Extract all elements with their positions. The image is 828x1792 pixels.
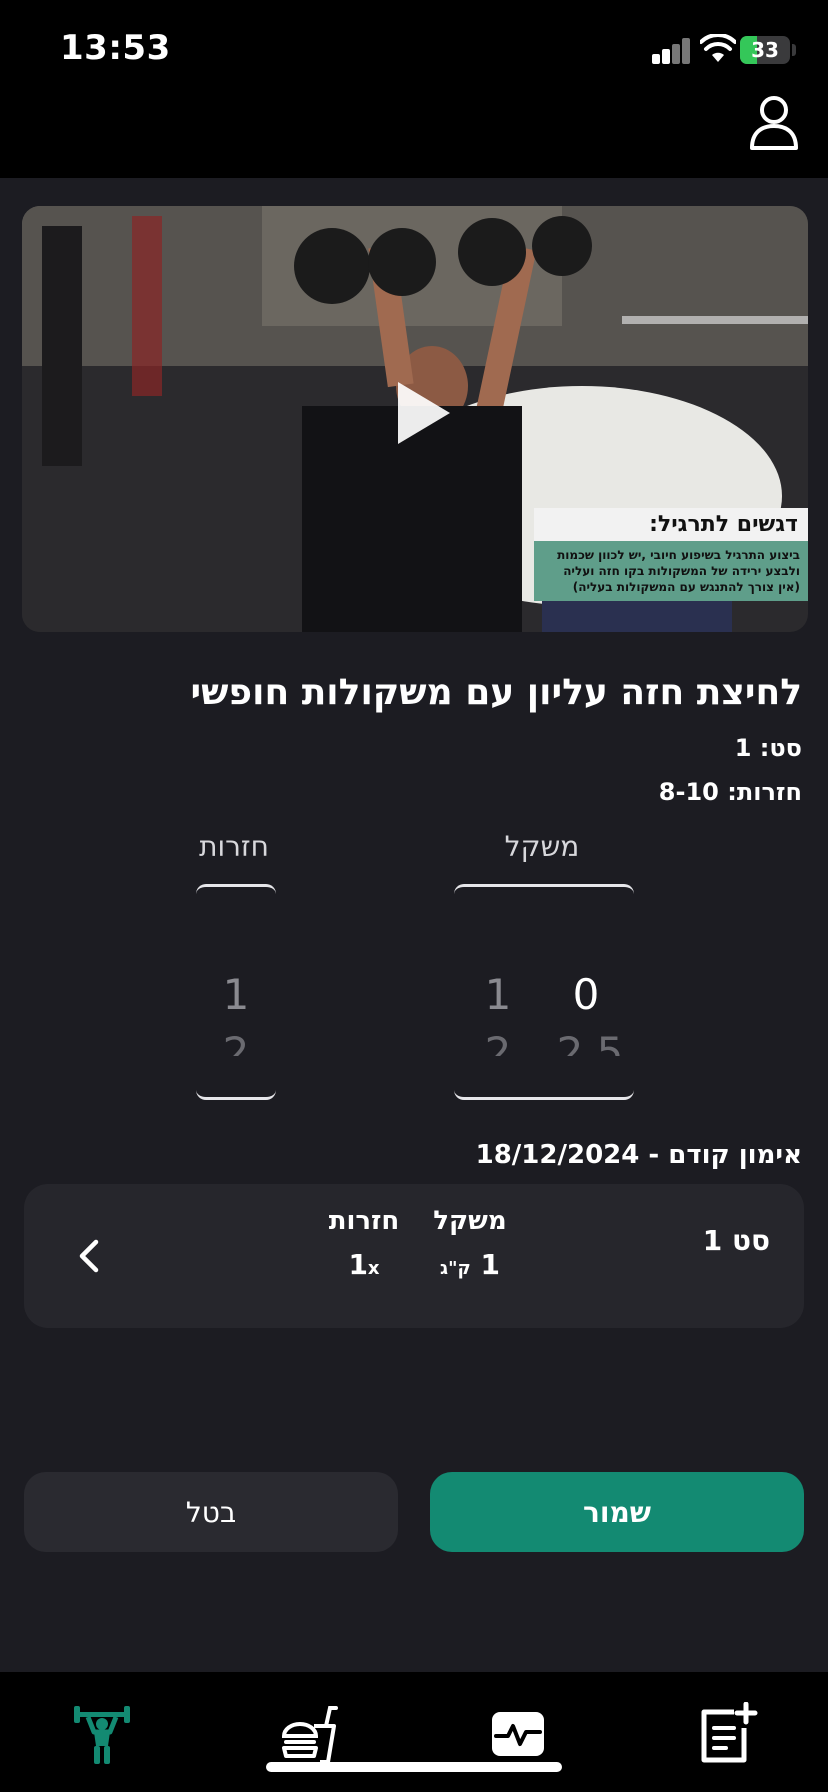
previous-reps-number: 1 xyxy=(348,1248,368,1281)
previous-weight-unit: ק"ג xyxy=(440,1258,471,1279)
activity-monitor-icon[interactable] xyxy=(486,1702,550,1766)
exercise-title: לחיצת חזה עליון עם משקולות חופשי xyxy=(190,672,802,713)
previous-set-label: סט 1 xyxy=(702,1224,770,1257)
previous-workout-card[interactable]: סט 1 משקל 1 ק"ג חזרות 1x xyxy=(24,1184,804,1328)
picker-cap xyxy=(196,884,276,894)
home-indicator xyxy=(266,1762,562,1772)
exercise-video[interactable]: דגשים לתרגיל: ביצוע התרגיל בשיפוע חיובי … xyxy=(22,206,808,632)
picker-cap xyxy=(454,884,634,894)
battery-nub xyxy=(792,44,796,56)
weight-wheel-integer-current[interactable]: 1 xyxy=(468,970,528,1019)
play-icon[interactable] xyxy=(394,378,454,448)
battery-level: 33 xyxy=(751,38,779,62)
weight-wheel-integer-next[interactable]: 2 xyxy=(468,1028,528,1056)
previous-reps-value: 1x xyxy=(324,1248,404,1281)
reps-picker-label: חזרות xyxy=(199,830,269,863)
reps-info: חזרות: 8-10 xyxy=(658,778,802,806)
weight-picker[interactable]: 1 0 2 2.5 xyxy=(454,884,634,1100)
tip-body: ביצוע התרגיל בשיפוע חיובי ,יש לכוון שכמו… xyxy=(534,541,808,601)
top-bar: 13:53 33 xyxy=(0,0,828,178)
reps-wheel-next[interactable]: 2 xyxy=(206,1028,266,1056)
weight-picker-label: משקל xyxy=(504,830,580,863)
reps-wheel-current[interactable]: 1 xyxy=(206,970,266,1019)
set-info: סט: 1 xyxy=(734,734,802,762)
tip-line: ולבצע ירידה של המשקולות בקו חזה ועליה xyxy=(563,564,800,578)
tip-line: ביצוע התרגיל בשיפוע חיובי ,יש לכוון שכמו… xyxy=(557,548,800,562)
weight-wheel-fraction-next[interactable]: 2.5 xyxy=(550,1028,630,1056)
burger-drink-icon[interactable] xyxy=(278,1702,342,1766)
previous-reps-label: חזרות xyxy=(328,1206,400,1236)
status-time: 13:53 xyxy=(60,28,171,68)
video-tip-overlay: דגשים לתרגיל: ביצוע התרגיל בשיפוע חיובי … xyxy=(534,508,808,601)
weight-wheel-integer-next-clip: 2 xyxy=(468,1028,528,1056)
previous-weight-label: משקל xyxy=(433,1206,507,1236)
reps-wheel-next-clip: 2 xyxy=(206,1028,266,1056)
cellular-signal-icon xyxy=(652,38,692,64)
wifi-icon xyxy=(700,34,736,62)
previous-weight-value: 1 ק"ג xyxy=(420,1248,520,1281)
picker-cap xyxy=(454,1090,634,1100)
weightlifter-icon[interactable] xyxy=(70,1702,134,1766)
save-button[interactable]: שמור xyxy=(430,1472,804,1552)
cancel-button[interactable]: בטל xyxy=(24,1472,398,1552)
tip-title: דגשים לתרגיל: xyxy=(534,508,808,541)
previous-reps-unit: x xyxy=(367,1258,380,1279)
person-outline-icon[interactable] xyxy=(744,92,804,152)
chevron-left-icon[interactable] xyxy=(72,1236,108,1276)
previous-weight-number: 1 xyxy=(480,1248,500,1281)
weight-wheel-fraction-current[interactable]: 0 xyxy=(556,970,616,1019)
tip-line: (אין צורך להתנגש עם המשקולות בעליה) xyxy=(572,580,800,594)
bottom-nav xyxy=(0,1672,828,1792)
note-add-icon[interactable] xyxy=(694,1702,758,1766)
battery-icon: 33 xyxy=(740,36,790,64)
weight-wheel-fraction-next-clip: 2.5 xyxy=(550,1028,630,1056)
previous-workout-header: אימון קודם - 18/12/2024 xyxy=(475,1140,802,1170)
reps-picker[interactable]: 1 2 xyxy=(196,884,276,1100)
picker-cap xyxy=(196,1090,276,1100)
